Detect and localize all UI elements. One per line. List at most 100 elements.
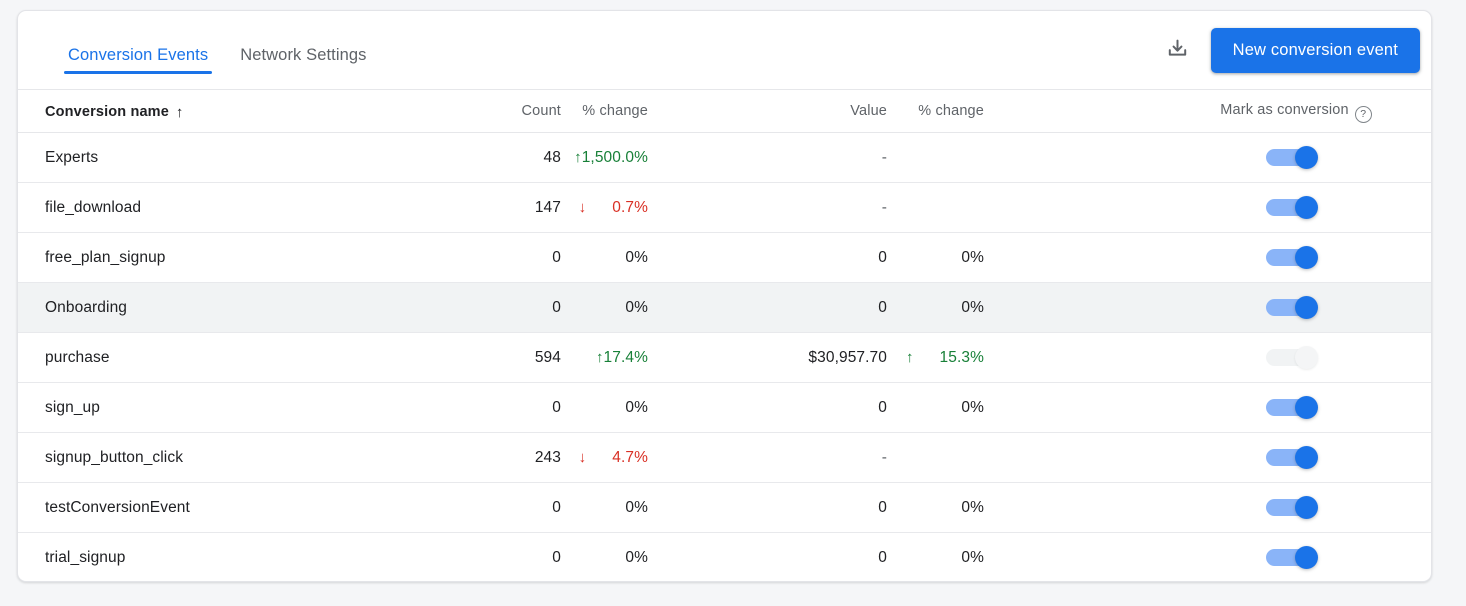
cell-value-change: 0%: [887, 283, 1002, 333]
cell-spacer: [1002, 133, 1161, 183]
cell-mark-as-conversion: [1161, 133, 1431, 183]
trend-down-icon: ↓: [578, 448, 587, 466]
mark-as-conversion-toggle[interactable]: [1266, 245, 1326, 269]
cell-conversion-name: purchase: [45, 348, 110, 366]
cell-conversion-name: Experts: [45, 148, 99, 166]
mark-as-conversion-toggle[interactable]: [1266, 545, 1326, 569]
sort-ascending-icon: ↑: [175, 103, 184, 121]
toggle-knob: [1295, 445, 1318, 469]
value-change-value: 0%: [961, 498, 984, 516]
count-change-value: 1,500.0%: [581, 148, 648, 166]
mark-as-conversion-toggle[interactable]: [1266, 295, 1326, 319]
cell-count: 48: [543, 148, 561, 166]
conversion-events-card: Conversion Events Network Settings New c…: [17, 10, 1432, 582]
cell-conversion-name: free_plan_signup: [45, 248, 166, 266]
toggle-knob: [1295, 145, 1318, 169]
toggle-knob: [1295, 345, 1318, 369]
cell-count-change: 0%: [561, 383, 666, 433]
table-row[interactable]: signup_button_click 243 ↓ 4.7% -: [18, 433, 1431, 483]
cell-value: 0: [878, 248, 887, 266]
cell-conversion-name: testConversionEvent: [45, 498, 190, 516]
cell-value: 0: [878, 498, 887, 516]
cell-count-change: 0%: [561, 233, 666, 283]
count-change-value: 0.7%: [612, 198, 648, 216]
toggle-knob: [1295, 545, 1318, 569]
table-row[interactable]: trial_signup 0 0% 0 0%: [18, 533, 1431, 582]
cell-conversion-name: file_download: [45, 198, 142, 216]
mark-as-conversion-toggle[interactable]: [1266, 345, 1326, 369]
tab-conversion-events[interactable]: Conversion Events: [52, 46, 224, 89]
cell-value: 0: [878, 548, 887, 566]
cell-value-change: 0%: [887, 233, 1002, 283]
table-row[interactable]: testConversionEvent 0 0% 0 0%: [18, 483, 1431, 533]
cell-spacer: [1002, 283, 1161, 333]
mark-as-conversion-toggle[interactable]: [1266, 395, 1326, 419]
cell-mark-as-conversion: [1161, 233, 1431, 283]
count-change-value: 4.7%: [612, 448, 648, 466]
cell-count-change: ↓ 4.7%: [561, 433, 666, 483]
cell-value: 0: [878, 398, 887, 416]
mark-as-conversion-toggle[interactable]: [1266, 195, 1326, 219]
value-change-value: 0%: [961, 398, 984, 416]
new-conversion-event-button[interactable]: New conversion event: [1210, 28, 1420, 73]
cell-count: 594: [534, 348, 561, 366]
tab-network-settings[interactable]: Network Settings: [224, 46, 382, 89]
cell-value: -: [881, 448, 887, 466]
column-header-conversion-name-label: Conversion name: [45, 103, 169, 120]
cell-spacer: [1002, 233, 1161, 283]
cell-conversion-name: trial_signup: [45, 548, 126, 566]
count-change-value: 0%: [625, 248, 648, 266]
download-button[interactable]: [1157, 30, 1199, 72]
value-change-value: 0%: [961, 298, 984, 316]
cell-mark-as-conversion: [1161, 283, 1431, 333]
column-header-count[interactable]: Count: [448, 90, 561, 133]
cell-spacer: [1002, 383, 1161, 433]
trend-up-icon: ↑: [905, 348, 914, 366]
cell-spacer: [1002, 533, 1161, 582]
cell-mark-as-conversion: [1161, 383, 1431, 433]
column-header-value[interactable]: Value: [666, 90, 887, 133]
mark-as-conversion-toggle[interactable]: [1266, 495, 1326, 519]
cell-value: -: [881, 148, 887, 166]
column-header-conversion-name[interactable]: Conversion name ↑: [18, 90, 448, 133]
table-row[interactable]: sign_up 0 0% 0 0%: [18, 383, 1431, 433]
cell-mark-as-conversion: [1161, 433, 1431, 483]
cell-value-change: [887, 133, 1002, 183]
cell-value: 0: [878, 298, 887, 316]
cell-count-change: ↑17.4%: [561, 333, 666, 383]
table-row[interactable]: file_download 147 ↓ 0.7% -: [18, 183, 1431, 233]
download-icon: [1165, 37, 1190, 65]
column-header-spacer: [1002, 90, 1161, 133]
table-row[interactable]: purchase 594 ↑17.4% $30,957.70 ↑ 15.3%: [18, 333, 1431, 383]
cell-value-change: [887, 183, 1002, 233]
column-header-count-change[interactable]: % change: [561, 90, 666, 133]
cell-spacer: [1002, 483, 1161, 533]
table-row[interactable]: free_plan_signup 0 0% 0 0%: [18, 233, 1431, 283]
cell-count: 0: [552, 548, 561, 566]
cell-spacer: [1002, 333, 1161, 383]
help-icon[interactable]: ?: [1354, 106, 1372, 123]
value-change-value: 15.3%: [939, 348, 984, 366]
value-change-value: 0%: [961, 548, 984, 566]
cell-mark-as-conversion: [1161, 483, 1431, 533]
column-header-value-change[interactable]: % change: [887, 90, 1002, 133]
column-header-mark-as-conversion: Mark as conversion?: [1161, 90, 1431, 133]
table-row[interactable]: Experts 48 ↑1,500.0% -: [18, 133, 1431, 183]
cell-value: $30,957.70: [808, 348, 887, 366]
tab-bar: Conversion Events Network Settings: [52, 11, 383, 89]
cell-count: 0: [552, 248, 561, 266]
cell-value: -: [881, 198, 887, 216]
trend-down-icon: ↓: [578, 198, 587, 216]
cell-count: 0: [552, 398, 561, 416]
column-header-mark-label: Mark as conversion: [1220, 102, 1349, 118]
toggle-knob: [1295, 495, 1318, 519]
table-row[interactable]: Onboarding 0 0% 0 0%: [18, 282, 1431, 333]
tab-conversion-events-label: Conversion Events: [68, 46, 209, 64]
toggle-knob: [1295, 395, 1318, 419]
card-toolbar: Conversion Events Network Settings New c…: [18, 11, 1431, 89]
cell-count: 0: [552, 298, 561, 316]
mark-as-conversion-toggle[interactable]: [1266, 145, 1326, 169]
mark-as-conversion-toggle[interactable]: [1266, 445, 1326, 469]
cell-mark-as-conversion: [1161, 333, 1431, 383]
cell-conversion-name: sign_up: [45, 398, 100, 416]
